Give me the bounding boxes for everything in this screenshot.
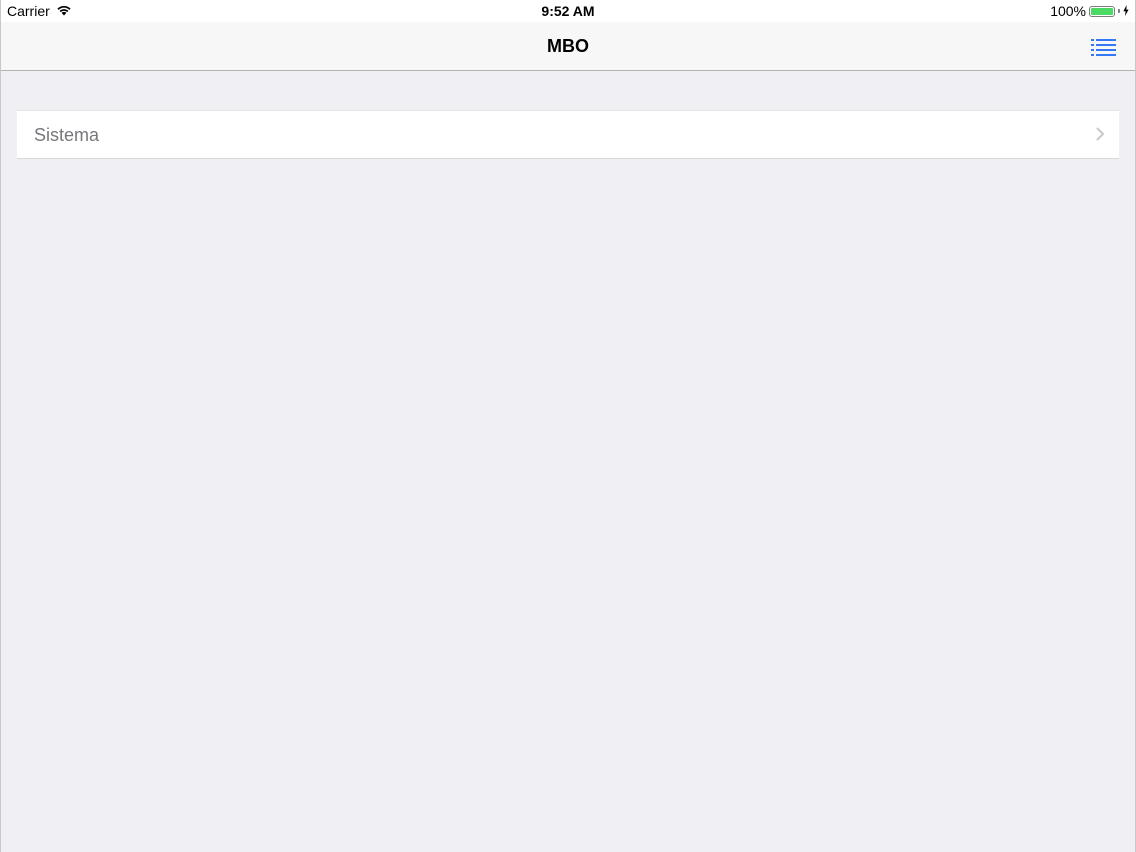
battery-icon	[1089, 5, 1115, 17]
list-item-label: Sistema	[34, 125, 100, 145]
battery-percent: 100%	[1050, 3, 1086, 19]
page-title: MBO	[547, 36, 589, 56]
battery-nub	[1118, 9, 1120, 13]
list-menu-icon	[1091, 39, 1117, 60]
status-right: 100%	[1050, 3, 1129, 19]
status-time: 9:52 AM	[541, 3, 595, 19]
chevron-right-icon	[1096, 127, 1105, 141]
menu-button[interactable]	[1091, 36, 1117, 56]
navigation-bar: MBO	[1, 22, 1135, 71]
settings-table: Sistema	[17, 110, 1119, 159]
charging-bolt-icon	[1123, 3, 1129, 19]
status-bar: Carrier 9:52 AM 100%	[1, 0, 1135, 22]
list-item-sistema[interactable]: Sistema	[17, 111, 1119, 158]
